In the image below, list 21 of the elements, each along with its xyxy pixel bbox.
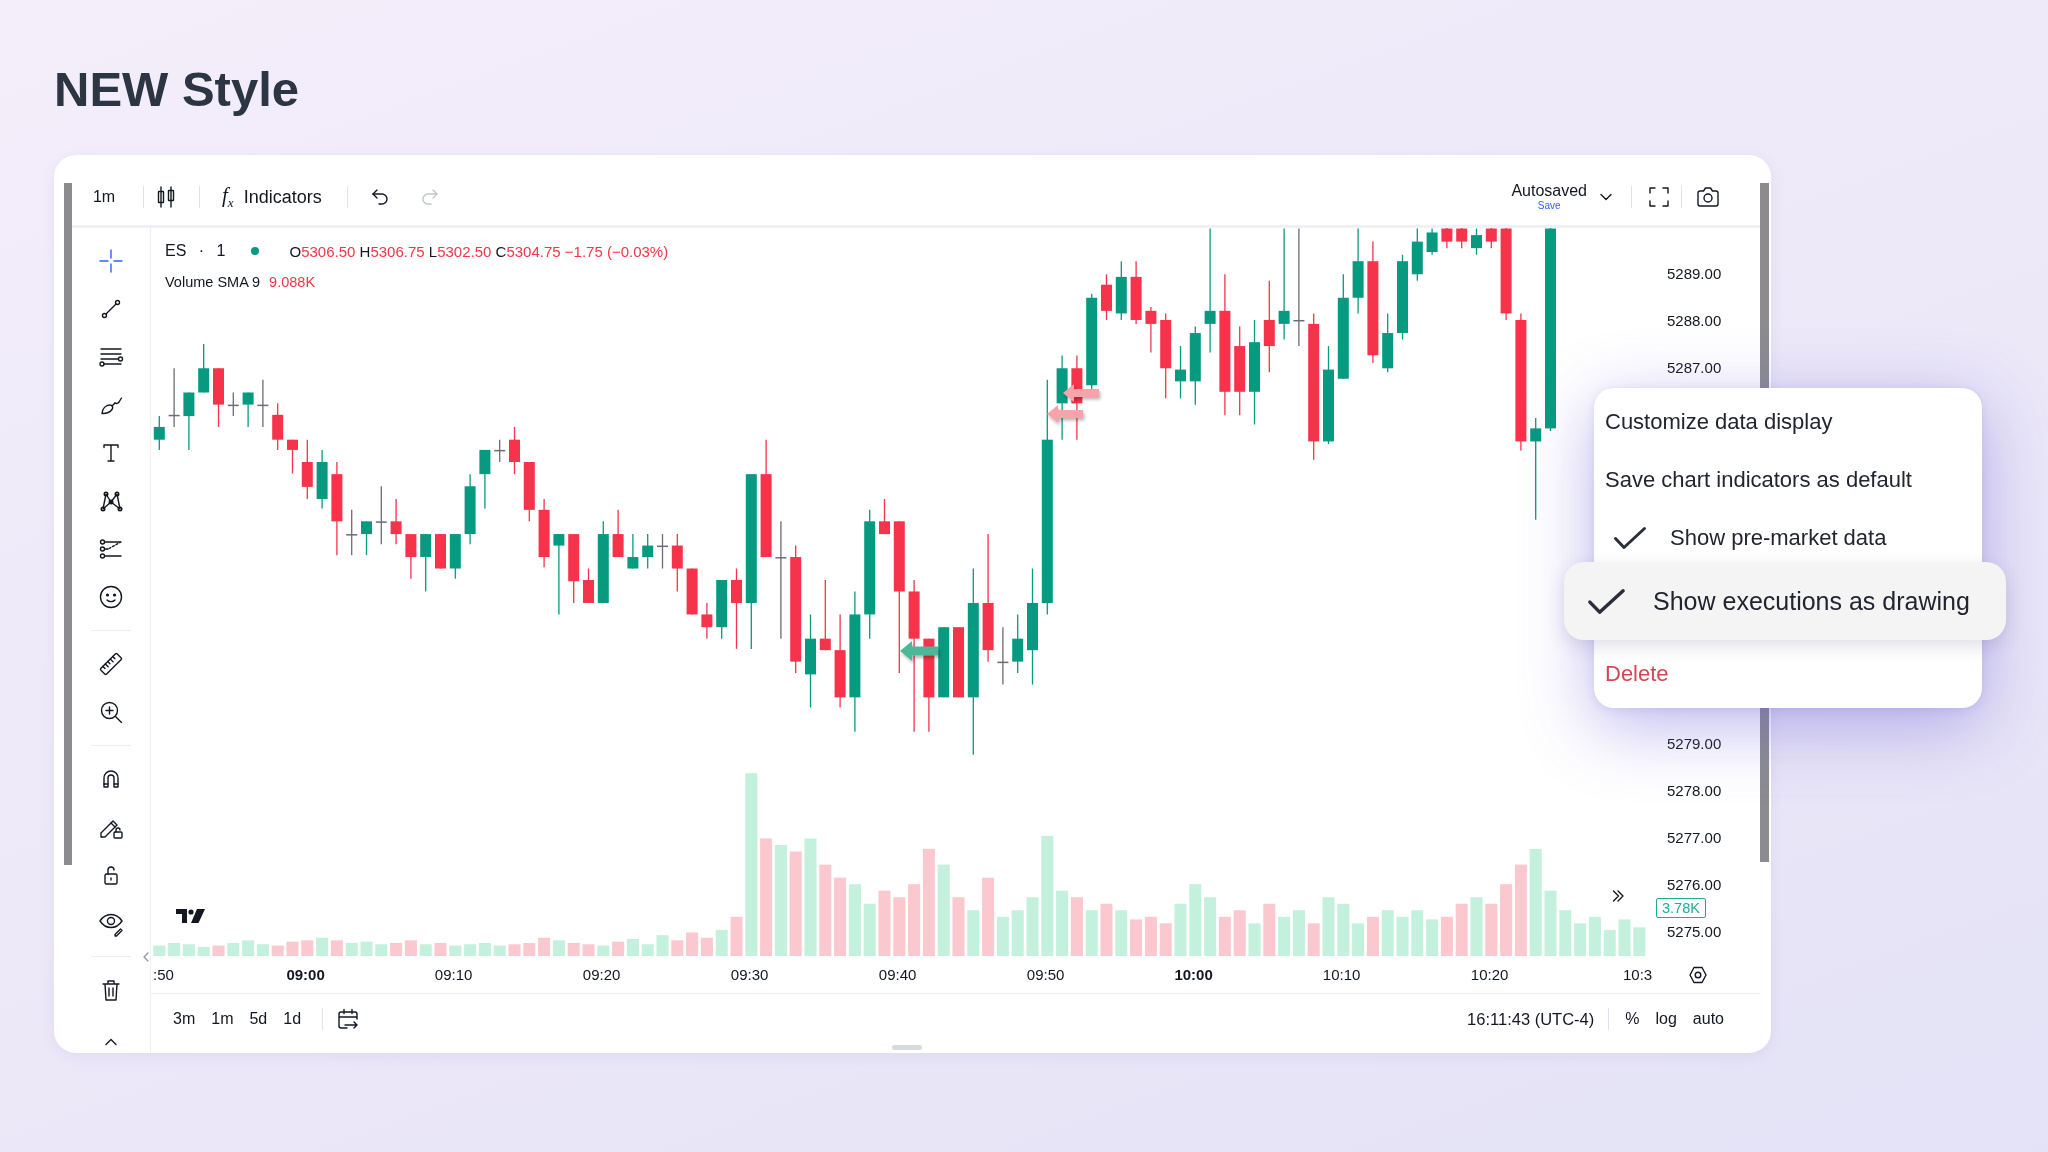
price-label: 5275.00: [1667, 922, 1722, 942]
time-label: 09:50: [1026, 966, 1065, 983]
price-label: 5288.00: [1667, 311, 1722, 331]
price-label: 5276.00: [1667, 875, 1722, 895]
time-label: :50: [153, 966, 174, 983]
time-label: 09:40: [878, 966, 917, 983]
time-label: 09:30: [730, 966, 769, 983]
time-label: 10:00: [1174, 966, 1213, 983]
time-label: 09:00: [286, 966, 325, 983]
time-label: 10:20: [1470, 966, 1509, 983]
time-label: 09:10: [434, 966, 473, 983]
time-label: 09:20: [582, 966, 621, 983]
page-title: NEW Style: [54, 64, 300, 114]
volume-tag: 3.78K: [1656, 898, 1706, 918]
price-label: 5289.00: [1667, 264, 1722, 284]
time-label: 10:10: [1322, 966, 1361, 983]
price-label: 5277.00: [1667, 828, 1722, 848]
price-label: 5279.00: [1667, 734, 1722, 754]
time-label: 10:3: [1623, 966, 1653, 983]
price-label: 5278.00: [1667, 781, 1722, 801]
price-label: 5287.00: [1667, 358, 1722, 378]
